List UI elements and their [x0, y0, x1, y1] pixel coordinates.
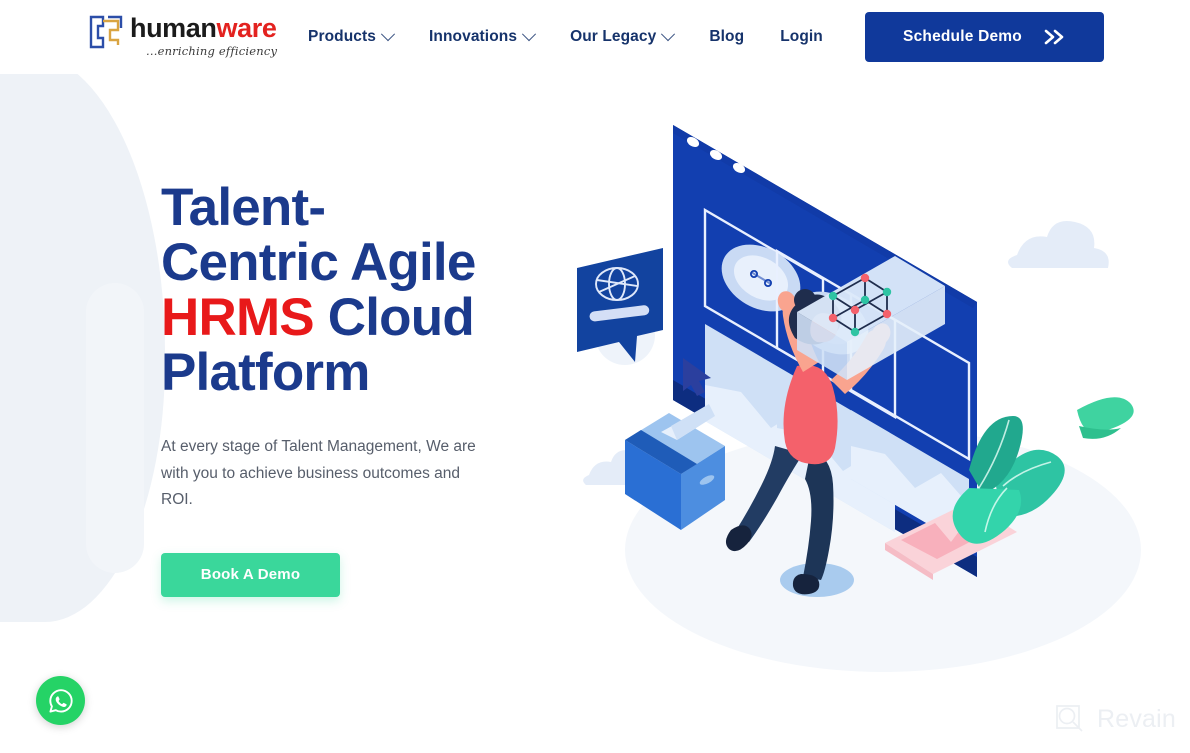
isometric-hrms-dashboard-woman-illustration — [577, 125, 1141, 672]
headline-line-1: Talent- — [161, 178, 326, 237]
humanware-h-mark-icon — [89, 15, 123, 49]
nav-item-our-legacy[interactable]: Our Legacy — [552, 27, 691, 46]
headline-line-2: Centric Agile — [161, 233, 476, 292]
chevron-down-icon — [661, 27, 676, 42]
hero-headline: Talent- Centric Agile HRMS Cloud Platfor… — [161, 180, 491, 400]
nav-item-innovations[interactable]: Innovations — [411, 27, 552, 46]
logo-word-human: human — [130, 13, 217, 43]
hero-illustration — [565, 80, 1165, 700]
hero-subtitle: At every stage of Talent Management, We … — [161, 438, 476, 508]
revain-watermark: Revain — [1055, 704, 1176, 734]
headline-accent-hrms: HRMS — [161, 288, 315, 347]
nav-item-blog[interactable]: Blog — [691, 28, 762, 46]
nav-item-label: Products — [308, 28, 376, 45]
schedule-demo-label: Schedule Demo — [903, 28, 1022, 45]
whatsapp-icon — [48, 688, 73, 713]
nav-item-label: Innovations — [428, 28, 518, 45]
green-swoosh-decoration — [1077, 397, 1134, 439]
background-blob-inner — [86, 283, 144, 573]
hero-section: Talent- Centric Agile HRMS Cloud Platfor… — [161, 180, 491, 597]
chevron-down-icon — [380, 27, 396, 42]
headline-line-4: Platform — [161, 343, 370, 402]
nav-item-label: Login — [780, 28, 823, 45]
logo-wordmark: humanware — [130, 13, 277, 43]
headline-line-3-rest: Cloud — [313, 288, 475, 347]
revain-magnifier-icon — [1056, 705, 1083, 732]
logo[interactable]: humanware ...enriching efficiency — [88, 12, 277, 62]
nav-item-label: Blog — [709, 28, 745, 45]
schedule-demo-button[interactable]: Schedule Demo — [865, 12, 1104, 62]
main-navigation: Products Innovations Our Legacy Blog Log… — [300, 0, 841, 74]
whatsapp-floating-button[interactable] — [36, 676, 85, 725]
chevron-down-icon — [521, 27, 537, 42]
book-a-demo-button[interactable]: Book A Demo — [161, 552, 340, 597]
nav-item-products[interactable]: Products — [300, 27, 411, 46]
site-header: humanware ...enriching efficiency Produc… — [0, 0, 1190, 74]
logo-tagline: ...enriching efficiency — [146, 44, 278, 58]
double-chevron-right-icon — [1044, 29, 1064, 45]
revain-watermark-label: Revain — [1097, 704, 1177, 733]
nav-item-label: Our Legacy — [570, 28, 657, 45]
nav-item-login[interactable]: Login — [762, 28, 841, 46]
logo-word-ware: ware — [216, 13, 277, 43]
